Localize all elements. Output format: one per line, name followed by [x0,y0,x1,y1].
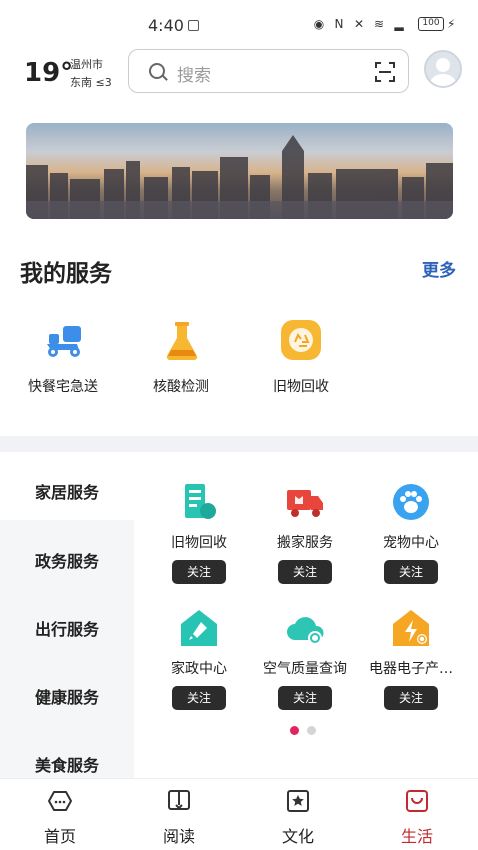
service-item-nucleic-test[interactable]: 核酸检测 [136,318,226,396]
page-dot[interactable] [307,726,316,735]
nav-culture[interactable]: 文化 [258,787,338,847]
recycle-building-icon [185,484,216,519]
follow-button[interactable]: 关注 [278,560,332,584]
nav-label: 文化 [281,827,314,846]
weather-city[interactable]: 温州市 [70,56,103,72]
grid-item-label: 搬家服务 [277,535,333,551]
my-services-section: 我的服务 更多 快餐宅急送 核酸检测 旧物回收 [0,226,478,436]
scan-icon[interactable] [375,62,395,82]
charging-icon: ⚡ [447,17,456,31]
tab-health-services[interactable]: 健康服务 [0,684,134,708]
wifi-icon: ≋ [373,17,385,31]
pet-paw-icon [393,484,429,520]
delivery-scooter-icon [47,326,81,357]
home-icon [48,791,72,811]
service-label: 旧物回收 [273,379,329,395]
search-icon [149,63,165,79]
grid-item-appliance[interactable]: 电器电子产… 关注 [356,608,466,710]
follow-button[interactable]: 关注 [278,686,332,710]
test-beaker-icon [166,322,198,361]
status-bar: 4:40 ◉ N ✕ ≋ ▂ 100 ⚡ [0,0,478,48]
follow-button[interactable]: 关注 [384,560,438,584]
page-indicator [290,726,316,735]
signal-icon: ▂ [394,17,404,31]
service-item-delivery[interactable]: 快餐宅急送 [18,318,108,396]
grid-item-recycle[interactable]: 旧物回收 关注 [144,482,254,584]
tab-government-services[interactable]: 政务服务 [0,548,134,572]
nav-read[interactable]: 阅读 [139,787,219,847]
sim-icon [188,20,199,31]
air-quality-cloud-icon [287,617,324,645]
mute-icon: ✕ [353,17,365,31]
city-banner-image[interactable] [26,123,453,219]
moving-truck-icon [287,490,323,517]
grid-item-moving[interactable]: 搬家服务 关注 [250,482,360,584]
skyline-illustration [26,135,453,219]
tab-home-services[interactable]: 家居服务 [0,479,134,503]
grid-item-label: 旧物回收 [171,535,227,551]
follow-button[interactable]: 关注 [172,560,226,584]
service-label: 核酸检测 [153,379,209,395]
housekeeping-icon [181,610,217,646]
more-link[interactable]: 更多 [422,256,456,281]
culture-star-icon [287,790,309,812]
grid-item-label: 空气质量查询 [263,661,347,677]
search-placeholder: 搜索 [177,66,211,86]
follow-button[interactable]: 关注 [172,686,226,710]
category-tabs: 家居服务 政务服务 出行服务 健康服务 美食服务 [0,452,134,778]
search-input[interactable]: 搜索 [128,49,409,93]
status-time: 4:40 [148,16,184,35]
banner-section [0,110,478,226]
eye-icon: ◉ [313,17,325,31]
avatar[interactable] [424,50,462,88]
grid-item-label: 电器电子产… [369,661,453,677]
life-bag-icon [406,790,428,812]
nav-label: 阅读 [162,827,195,846]
category-section: 家居服务 政务服务 出行服务 健康服务 美食服务 旧物回收 关注 搬家服务 关注… [0,452,478,778]
header: 19° 温州市 东南 ≤3 搜索 [0,48,478,110]
status-icons: ◉ N ✕ ≋ ▂ [312,17,406,31]
appliance-bolt-icon [393,610,429,646]
grid-item-label: 宠物中心 [383,535,439,551]
follow-button[interactable]: 关注 [384,686,438,710]
service-label: 快餐宅急送 [28,379,98,395]
my-services-title: 我的服务 [20,261,112,287]
book-icon [168,790,190,810]
page-dot-active[interactable] [290,726,299,735]
nfc-icon: N [334,17,344,31]
tab-food-services[interactable]: 美食服务 [0,752,134,776]
grid-item-housekeeping[interactable]: 家政中心 关注 [144,608,254,710]
bottom-nav: 首页 阅读 文化 生活 [0,778,478,850]
category-grid: 旧物回收 关注 搬家服务 关注 宠物中心 关注 家政中心 关注 空气质量查询 关… [134,452,478,752]
nav-label: 生活 [400,827,433,846]
tab-travel-services[interactable]: 出行服务 [0,616,134,640]
battery-icon: 100 [418,17,444,31]
nav-life[interactable]: 生活 [377,787,457,847]
recycle-icon [281,320,321,360]
grid-item-pet-center[interactable]: 宠物中心 关注 [356,482,466,584]
nav-home[interactable]: 首页 [20,787,100,847]
nav-label: 首页 [43,827,76,846]
service-item-recycle[interactable]: 旧物回收 [256,318,346,396]
weather-temperature[interactable]: 19° [24,58,73,88]
grid-item-air-quality[interactable]: 空气质量查询 关注 [250,608,360,710]
grid-item-label: 家政中心 [171,661,227,677]
weather-wind: 东南 ≤3 [70,76,112,89]
